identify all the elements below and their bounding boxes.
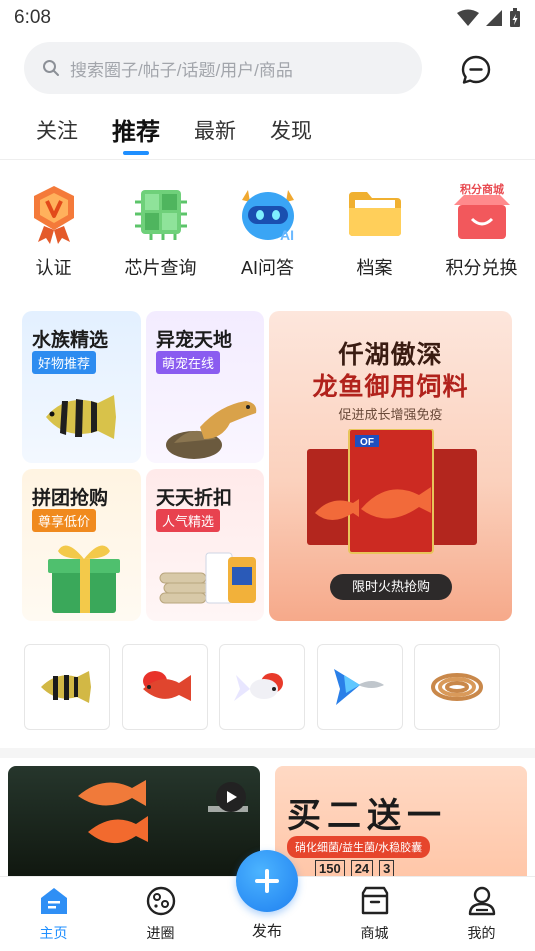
banner-cta-button[interactable]: 限时火热抢购 [330,574,452,600]
banner-title-line2: 龙鱼御用饲料 [312,373,469,401]
promo-card-title: 异宠天地 [156,330,233,351]
home-icon [38,885,70,917]
play-icon [227,791,237,803]
feed-promo-number: 3 [379,860,395,877]
promo-card-title: 水族精选 [32,330,109,351]
tab-recommend[interactable]: 推荐 [112,112,160,159]
gift-box-icon [48,545,120,613]
quick-entry-label: 档案 [356,258,393,278]
nav-label: 主页 [39,925,68,941]
nav-profile[interactable]: 我的 [428,877,535,951]
nav-label: 进圈 [146,925,175,941]
ai-robot-icon: AI [236,182,300,246]
tab-follow[interactable]: 关注 [36,115,78,159]
guppy-fish-icon [333,669,384,705]
lizard-turtle-icon [166,401,257,459]
promo-card-tag: 尊享低价 [32,509,97,532]
promo-card-exotic-pets[interactable]: 异宠天地 萌宠在线 [146,311,264,463]
quick-entries: 认证 芯片查询 AI AI问答 档案 积分商城 积分兑换 [0,182,535,282]
goldfish-icon [234,673,283,701]
promo-card-title: 天天折扣 [156,488,233,509]
tab-discover[interactable]: 发现 [270,115,312,159]
banner-subtitle: 促进成长增强免疫 [338,407,443,422]
feed-promo-title: 买二送一 [287,797,447,835]
flowerhorn-fish-icon [142,671,191,701]
svg-text:AI: AI [280,227,294,243]
tiger-fish-icon [41,671,91,703]
feed-promo-tag: 硝化细菌/益生菌/水稳胶囊 [287,836,431,858]
publish-button[interactable] [236,850,298,912]
quick-entry-certify[interactable]: 认证 [0,182,107,282]
banner-title-line1: 仟湖傲深 [338,341,443,369]
promo-card-tag: 人气精选 [156,509,221,532]
plus-icon [255,869,279,893]
quick-entry-label: 认证 [35,258,72,278]
search-placeholder: 搜索圈子/帖子/话题/用户/商品 [70,60,293,80]
signal-icon [486,10,502,26]
nav-label: 我的 [467,925,496,941]
promo-card-group-buy[interactable]: 拼团抢购 尊享低价 [22,469,141,621]
quick-entry-label: 芯片查询 [124,258,197,278]
circle-group-icon [145,885,177,917]
play-button[interactable] [216,782,246,812]
bloodworm-food-icon [431,673,483,701]
quick-entry-label: AI问答 [240,258,294,278]
nav-home[interactable]: 主页 [0,877,107,951]
thumbnail-tiger-fish[interactable] [24,644,110,730]
quick-entry-ai-qa[interactable]: AI AI问答 [214,182,321,282]
promo-card-aquatic[interactable]: 水族精选 好物推荐 [22,311,141,463]
thumbnail-bloodworm-food[interactable] [414,644,500,730]
feed-banner[interactable]: 仟湖傲深 龙鱼御用饲料 促进成长增强免疫 OF 限时火热抢购 [269,311,512,621]
feed-tabs: 关注 推荐 最新 发现 [0,108,535,160]
thumbnail-flowerhorn-fish[interactable] [121,644,208,730]
folder-icon [343,182,407,246]
status-icons [457,8,521,28]
feed-promo-number: 24 [350,860,374,877]
nav-label: 商城 [360,925,389,941]
points-shop-icon-text: 积分商城 [460,183,504,196]
tab-latest[interactable]: 最新 [194,115,236,159]
chip-icon [129,182,193,246]
video-thumbnail-art [78,780,248,844]
publish-label: 发布 [251,923,282,940]
search-row: 搜索圈子/帖子/话题/用户/商品 [0,40,535,96]
promo-card-tag: 好物推荐 [32,351,97,374]
fish-food-bags-icon: OF [307,429,477,554]
v-badge-icon [22,182,86,246]
status-time: 6:08 [14,7,51,28]
points-shop-icon: 积分商城 [450,182,514,246]
promo-card-title: 拼团抢购 [32,488,109,509]
nav-mall[interactable]: 商城 [321,877,428,951]
search-icon [43,60,59,76]
promo-card-daily-discount[interactable]: 天天折扣 人气精选 [146,469,264,621]
quick-entry-chip-query[interactable]: 芯片查询 [107,182,214,282]
user-icon [466,885,498,917]
thumbnail-goldfish[interactable] [219,644,305,730]
feed-promo-card[interactable]: 买二送一 硝化细菌/益生菌/水稳胶囊 150 24 3 [275,766,527,878]
feed-video-card[interactable] [8,766,260,878]
battery-icon [510,8,520,27]
message-icon [461,55,491,84]
category-thumbnails [24,644,500,732]
quick-entry-archive[interactable]: 档案 [321,182,428,282]
tiger-fish-icon [46,395,116,439]
section-divider [0,748,535,758]
wifi-icon [457,9,479,26]
message-button[interactable] [458,52,494,88]
quick-entry-label: 积分兑换 [445,258,518,278]
status-bar: 6:08 [0,0,535,36]
feed-promo-numbers: 150 24 3 [315,860,395,877]
promo-card-tag: 萌宠在线 [156,351,221,374]
search-input[interactable]: 搜索圈子/帖子/话题/用户/商品 [24,42,422,94]
nav-circles[interactable]: 进圈 [107,877,214,951]
thumbnail-guppy-fish[interactable] [316,644,403,730]
aquarium-products-icon [159,552,256,604]
banner-bag-brand: OF [360,437,374,448]
feed-promo-number: 150 [315,860,345,877]
store-icon [359,885,391,917]
quick-entry-points-exchange[interactable]: 积分商城 积分兑换 [428,182,535,282]
